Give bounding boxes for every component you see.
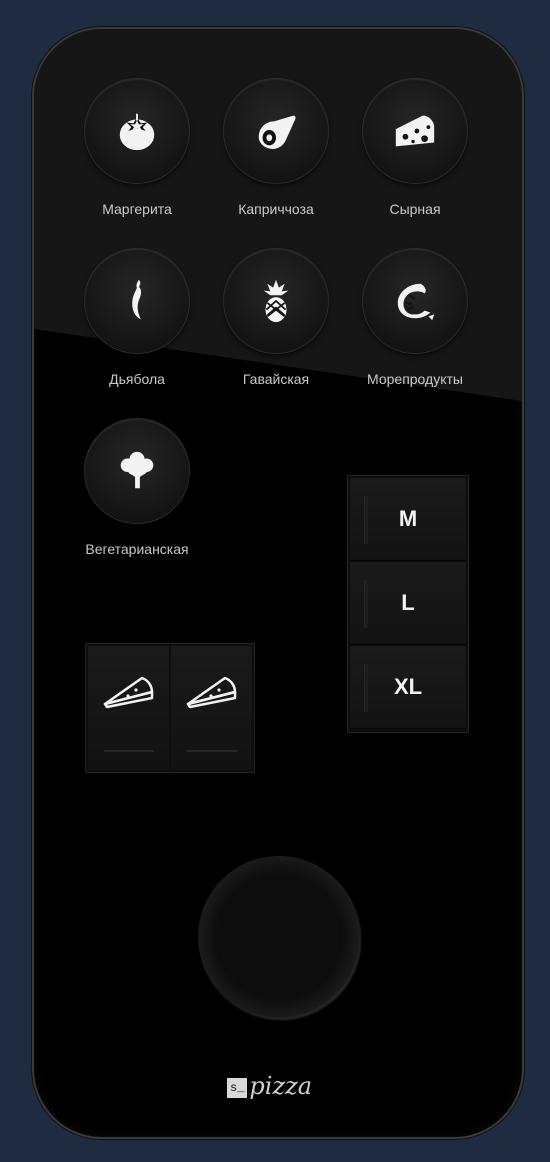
flavor-label: Морепродукты: [367, 371, 463, 387]
brand-logo: s_ pizza: [227, 1068, 312, 1098]
flavor-seafood-button[interactable]: [363, 249, 467, 353]
pizza-slice-icon: [103, 676, 154, 709]
chili-pepper-icon: [132, 279, 142, 320]
flavor-margherita-button[interactable]: [85, 79, 189, 183]
flavor-label: Каприччоза: [238, 201, 314, 217]
flavor-hawaiian-button[interactable]: [224, 249, 328, 353]
size-indicator: [364, 664, 368, 712]
broccoli-icon: [120, 451, 154, 489]
cheese-icon: [395, 115, 435, 147]
flavor-label: Дьябола: [109, 371, 165, 387]
order-knob[interactable]: [199, 857, 359, 1017]
slice-indicator: [187, 750, 237, 752]
flavor-cheese[interactable]: Сырная: [345, 79, 485, 217]
pineapple-icon: [263, 279, 289, 323]
size-m-button[interactable]: M: [350, 478, 466, 561]
flavor-label: Сырная: [389, 201, 441, 217]
ham-icon: [258, 115, 296, 149]
flavor-cheese-button[interactable]: [363, 79, 467, 183]
flavor-diavola[interactable]: Дьябола: [67, 249, 207, 387]
slice-button-2[interactable]: [171, 646, 252, 770]
logo-word: pizza: [249, 1072, 313, 1100]
flavor-label: Маргерита: [102, 201, 172, 217]
flavor-diavola-button[interactable]: [85, 249, 189, 353]
slice-indicator: [104, 750, 154, 752]
slice-button-1[interactable]: [88, 646, 169, 770]
size-indicator: [364, 496, 368, 544]
tomato-icon: [119, 113, 155, 151]
size-label: XL: [393, 674, 423, 699]
slice-selector: [85, 643, 255, 773]
flavor-hawaiian[interactable]: Гавайская: [206, 249, 346, 387]
flavor-label: Вегетарианская: [85, 541, 189, 557]
size-l-button[interactable]: L: [350, 562, 466, 645]
logo-box: s_: [227, 1078, 248, 1098]
shrimp-icon: [397, 283, 435, 321]
pizza-slice-icon: [186, 676, 237, 709]
size-selector: M L XL: [347, 475, 469, 733]
flavor-label: Гавайская: [242, 371, 310, 387]
size-xl-button[interactable]: XL: [350, 646, 466, 729]
size-label: M: [398, 506, 418, 531]
size-indicator: [364, 580, 368, 628]
flavor-margherita[interactable]: Маргерита: [67, 79, 207, 217]
flavor-capricciosa-button[interactable]: [224, 79, 328, 183]
flavor-vegetarian[interactable]: Вегетарианская: [67, 419, 207, 557]
flavor-seafood[interactable]: Морепродукты: [345, 249, 485, 387]
flavor-capricciosa[interactable]: Каприччоза: [206, 79, 346, 217]
size-label: L: [401, 590, 415, 615]
flavor-vegetarian-button[interactable]: [85, 419, 189, 523]
